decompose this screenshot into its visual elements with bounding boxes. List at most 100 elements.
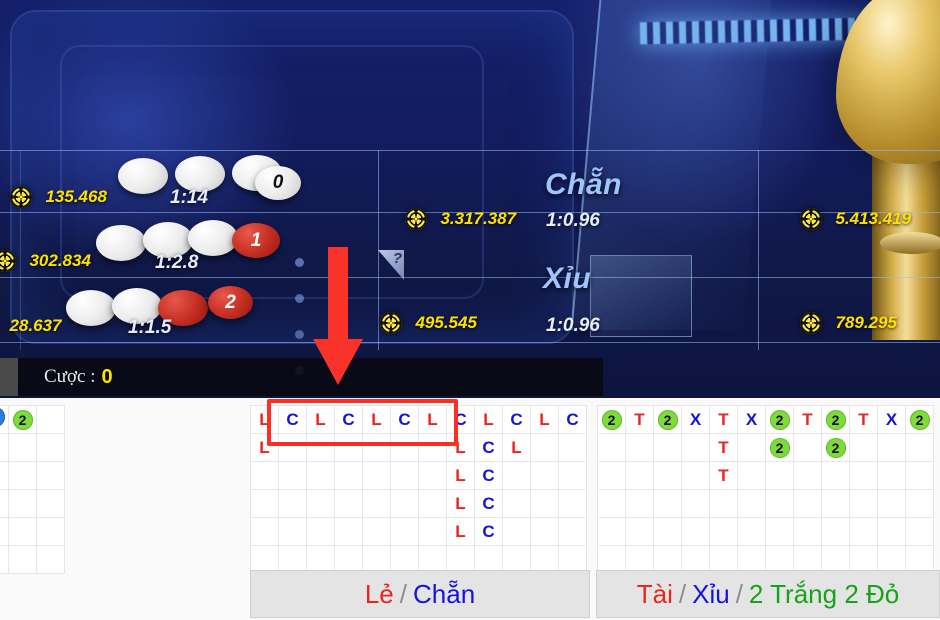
- road-cell: [558, 489, 587, 518]
- road-cell: [765, 461, 794, 490]
- road-cell: [821, 461, 850, 490]
- dice-label: 1: [250, 229, 262, 251]
- chip-icon: [380, 312, 402, 334]
- road-cell: [530, 517, 559, 546]
- bet-name-chan: Chẵn: [545, 168, 622, 201]
- legend-sep-2: /: [735, 578, 743, 609]
- amount-text: 495.545: [415, 313, 477, 332]
- road-cell: [737, 461, 766, 490]
- road-row: LC: [250, 461, 587, 490]
- road-cell: T: [709, 433, 738, 462]
- road-cell: [0, 545, 9, 574]
- road-cell: [250, 517, 279, 546]
- tai-xiu-road[interactable]: 2T2XTX2T2TX2T22T: [597, 405, 934, 574]
- chip-amount-3w0r: 135.468: [10, 186, 107, 208]
- road-cell: C: [334, 405, 363, 434]
- road-cell: [681, 489, 710, 518]
- road-cell: [36, 461, 65, 490]
- road-cell: [334, 433, 363, 462]
- road-cell: [390, 433, 419, 462]
- road-cell: 2: [821, 433, 850, 462]
- road-cell: T: [625, 405, 654, 434]
- road-cell: [530, 461, 559, 490]
- road-cell: [502, 517, 531, 546]
- road-cell: 2: [765, 433, 794, 462]
- road-cell: [0, 433, 9, 462]
- road-cell: [334, 517, 363, 546]
- road-cell: [306, 461, 335, 490]
- odds-2w2r: 1:1.5: [128, 317, 172, 338]
- road-cell: [653, 517, 682, 546]
- road-row: T: [597, 461, 934, 490]
- board-line-2: [0, 277, 940, 278]
- road-cell: [36, 545, 65, 574]
- road-cell: [737, 489, 766, 518]
- amount-text: 28.637: [9, 316, 62, 335]
- road-cell: [737, 433, 766, 462]
- board-line-3: [0, 342, 940, 343]
- road-cell: [625, 433, 654, 462]
- road-cell: [849, 461, 878, 490]
- road-cell: [849, 489, 878, 518]
- dice-red-c4: 2: [208, 286, 253, 319]
- road-cell: [306, 517, 335, 546]
- road-cell: [418, 433, 447, 462]
- road-cell: L: [306, 405, 335, 434]
- bead-road-left[interactable]: 2: [0, 405, 65, 574]
- road-cell: [8, 545, 37, 574]
- road-cell: C: [278, 405, 307, 434]
- legend-2w2r: 2 Trắng 2 Đỏ: [748, 578, 900, 609]
- road-cell: L: [250, 433, 279, 462]
- road-cell: [793, 461, 822, 490]
- dice-white-b1: [96, 225, 146, 261]
- chip-amount-2w2r: 28.637: [0, 315, 61, 337]
- annotation-arrow-down: [311, 247, 365, 387]
- road-cell: T: [849, 405, 878, 434]
- road-cell: [597, 489, 626, 518]
- chip-icon: [800, 312, 822, 334]
- chip-amount-3w1r: 302.834: [0, 250, 91, 272]
- road-row: LCLCLCLCLCLC: [250, 405, 587, 434]
- road-row: [0, 489, 65, 518]
- chip-icon: [0, 250, 16, 272]
- road-cell: C: [390, 405, 419, 434]
- road-cell: [8, 461, 37, 490]
- dice-white-a4: 0: [255, 166, 301, 200]
- road-row: LC: [250, 517, 587, 546]
- road-row: LLCL: [250, 433, 587, 462]
- road-cell: [36, 433, 65, 462]
- dice-red-b4: 1: [232, 223, 280, 258]
- road-row: [0, 461, 65, 490]
- road-cell: [905, 517, 934, 546]
- road-cell: [793, 433, 822, 462]
- amount-text: 135.468: [45, 187, 107, 206]
- road-cell: 2: [765, 405, 794, 434]
- road-cell: [418, 489, 447, 518]
- game-screen: 0 135.468 1:14 1 302.834 1:2.8 2 28.637 …: [0, 0, 940, 620]
- board-divider-right: [758, 150, 759, 350]
- chip-amount-chan-side: 5.413.419: [800, 208, 911, 230]
- chip-amount-xiu: 495.545: [380, 312, 477, 334]
- road-cell: [709, 517, 738, 546]
- road-cell: [278, 489, 307, 518]
- chip-icon: [405, 208, 427, 230]
- road-cell: X: [681, 405, 710, 434]
- road-cell: [849, 433, 878, 462]
- road-cell: [558, 461, 587, 490]
- road-cell: [0, 461, 9, 490]
- bead-green: 2: [657, 409, 678, 430]
- road-cell: 2: [905, 405, 934, 434]
- odds-xiu: 1:0.96: [546, 315, 600, 336]
- road-cell: L: [474, 405, 503, 434]
- legend-tai: Tài: [636, 578, 673, 609]
- road-cell: [334, 461, 363, 490]
- question-mark-icon: ?: [378, 250, 404, 280]
- road-cell: [625, 517, 654, 546]
- road-cell: [306, 433, 335, 462]
- board-line-top: [0, 150, 940, 151]
- legend-tai-xiu: Tài / Xỉu / 2 Trắng 2 Đỏ: [596, 570, 940, 618]
- le-chan-road[interactable]: LCLCLCLCLCLCLLCLLCLCLC: [250, 405, 587, 574]
- dice-white-a1: [118, 158, 168, 194]
- road-cell: T: [793, 405, 822, 434]
- bet-status-label: Cược :: [44, 366, 96, 387]
